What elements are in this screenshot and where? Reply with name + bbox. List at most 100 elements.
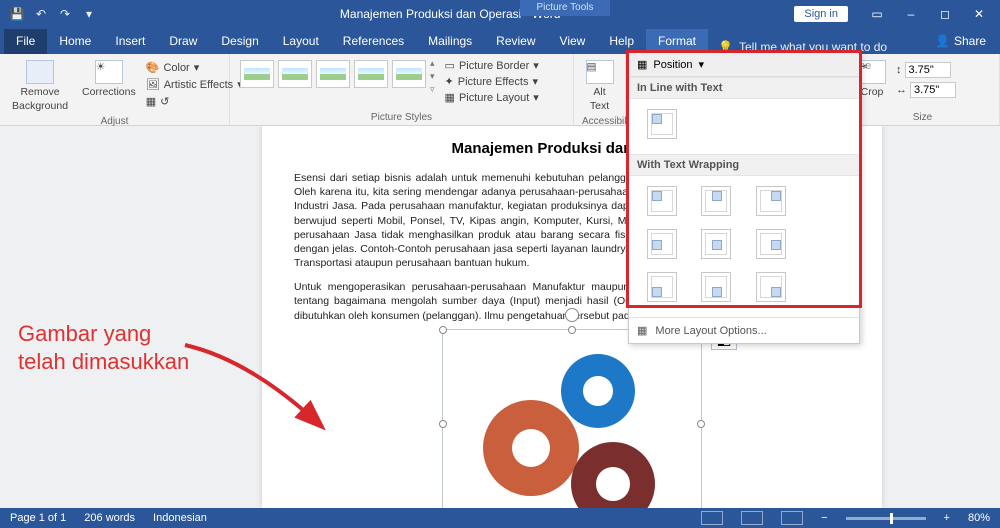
tab-design[interactable]: Design [209, 29, 270, 54]
zoom-level[interactable]: 80% [968, 512, 990, 524]
tab-layout[interactable]: Layout [271, 29, 331, 54]
label: Position [653, 59, 692, 71]
artistic-icon: 🖼 [146, 78, 160, 91]
tab-draw[interactable]: Draw [157, 29, 209, 54]
label: Picture Layout [459, 92, 529, 104]
picture-style-thumb[interactable] [278, 60, 312, 88]
view-read-mode[interactable] [701, 511, 723, 525]
share-label: Share [954, 34, 986, 48]
label: Remove [20, 86, 59, 98]
annotation-line: telah dimasukkan [18, 348, 189, 376]
selected-image[interactable]: ◧ [442, 329, 702, 508]
label: Alt [593, 86, 605, 98]
compress-reset-row[interactable]: ▦↺ [146, 94, 243, 109]
label: Text [590, 100, 609, 112]
height-input[interactable]: ↕ [896, 62, 956, 78]
picture-style-thumb[interactable] [240, 60, 274, 88]
tab-references[interactable]: References [331, 29, 416, 54]
group-label-styles: Picture Styles [238, 110, 565, 123]
tab-home[interactable]: Home [47, 29, 103, 54]
tab-review[interactable]: Review [484, 29, 547, 54]
width-icon: ↔ [896, 84, 907, 96]
remove-background-button[interactable]: Remove Background [8, 58, 72, 114]
annotation-line: Gambar yang [18, 320, 189, 348]
share-button[interactable]: 👤 Share [921, 34, 1000, 54]
label: Background [12, 100, 68, 112]
status-page[interactable]: Page 1 of 1 [10, 512, 66, 524]
undo-icon[interactable]: ↶ [32, 5, 50, 23]
position-bottom-right[interactable] [756, 272, 786, 302]
position-flyout-header[interactable]: ▦ Position ▾ [629, 53, 859, 77]
picture-style-thumb[interactable] [316, 60, 350, 88]
ribbon-display-icon[interactable]: ▭ [862, 4, 892, 24]
artistic-effects-button[interactable]: 🖼Artistic Effects ▾ [146, 77, 243, 92]
zoom-in-icon[interactable]: + [944, 512, 950, 524]
label: Corrections [82, 86, 136, 98]
qat-more-icon[interactable]: ▾ [80, 5, 98, 23]
position-bottom-center[interactable] [701, 272, 731, 302]
corrections-button[interactable]: ☀ Corrections [78, 58, 140, 100]
title-bar: 💾 ↶ ↷ ▾ Picture Tools Manajemen Produksi… [0, 0, 1000, 28]
view-web-layout[interactable] [781, 511, 803, 525]
alt-text-icon: ▤ [586, 60, 614, 84]
resize-handle[interactable] [568, 326, 576, 334]
position-middle-left[interactable] [647, 229, 677, 259]
tab-view[interactable]: View [548, 29, 598, 54]
position-inline-option[interactable] [647, 109, 677, 139]
close-icon[interactable]: ✕ [964, 4, 994, 24]
more-layout-options[interactable]: ▦ More Layout Options... [629, 317, 859, 343]
alt-text-button[interactable]: ▤ Alt Text [582, 58, 617, 114]
label: Artistic Effects [164, 79, 233, 91]
position-top-left[interactable] [647, 186, 677, 216]
color-icon: 🎨 [146, 61, 160, 74]
picture-style-thumb[interactable] [392, 60, 426, 88]
resize-handle[interactable] [439, 420, 447, 428]
picture-border-button[interactable]: ▭Picture Border ▾ [445, 58, 539, 73]
save-icon[interactable]: 💾 [8, 5, 26, 23]
picture-style-thumb[interactable] [354, 60, 388, 88]
picture-effects-button[interactable]: ✦Picture Effects ▾ [445, 74, 539, 89]
document-title: Manajemen Produksi dan Operasi - Word [106, 7, 794, 21]
tab-help[interactable]: Help [597, 29, 646, 54]
redo-icon[interactable]: ↷ [56, 5, 74, 23]
tab-insert[interactable]: Insert [103, 29, 157, 54]
position-top-right[interactable] [756, 186, 786, 216]
status-language[interactable]: Indonesian [153, 512, 207, 524]
layout-icon: ▦ [445, 91, 455, 104]
tab-format[interactable]: Format [646, 29, 708, 54]
share-icon: 👤 [935, 34, 950, 48]
remove-background-icon [26, 60, 54, 84]
view-print-layout[interactable] [741, 511, 763, 525]
resize-handle[interactable] [439, 326, 447, 334]
maximize-icon[interactable]: ◻ [930, 4, 960, 24]
position-icon: ▦ [637, 58, 647, 71]
zoom-slider[interactable] [846, 517, 926, 520]
picture-layout-button[interactable]: ▦Picture Layout ▾ [445, 90, 539, 105]
position-bottom-left[interactable] [647, 272, 677, 302]
tab-file[interactable]: File [4, 29, 47, 54]
color-button[interactable]: 🎨Color ▾ [146, 60, 243, 75]
sign-in-button[interactable]: Sign in [794, 6, 848, 22]
position-middle-center[interactable] [701, 229, 731, 259]
label: Picture Effects [458, 76, 529, 88]
status-bar: Page 1 of 1 206 words Indonesian − + 80% [0, 508, 1000, 528]
label: Color [163, 62, 189, 74]
position-top-center[interactable] [701, 186, 731, 216]
gallery-scroll[interactable]: ▴▾▿ [428, 58, 435, 95]
annotation-text: Gambar yang telah dimasukkan [18, 320, 189, 375]
gear-blue-icon [561, 354, 635, 428]
resize-handle[interactable] [697, 420, 705, 428]
minimize-icon[interactable]: – [896, 4, 926, 24]
tab-mailings[interactable]: Mailings [416, 29, 484, 54]
status-words[interactable]: 206 words [84, 512, 135, 524]
border-icon: ▭ [445, 59, 455, 72]
corrections-icon: ☀ [95, 60, 123, 84]
annotation-arrow-icon [180, 330, 340, 440]
zoom-out-icon[interactable]: − [821, 512, 827, 524]
group-label-size: Size [854, 110, 991, 123]
width-input[interactable]: ↔ [896, 82, 956, 98]
position-middle-right[interactable] [756, 229, 786, 259]
gear-darkred-icon [571, 442, 655, 508]
rotate-handle[interactable] [565, 308, 579, 322]
more-options-icon: ▦ [637, 324, 647, 337]
